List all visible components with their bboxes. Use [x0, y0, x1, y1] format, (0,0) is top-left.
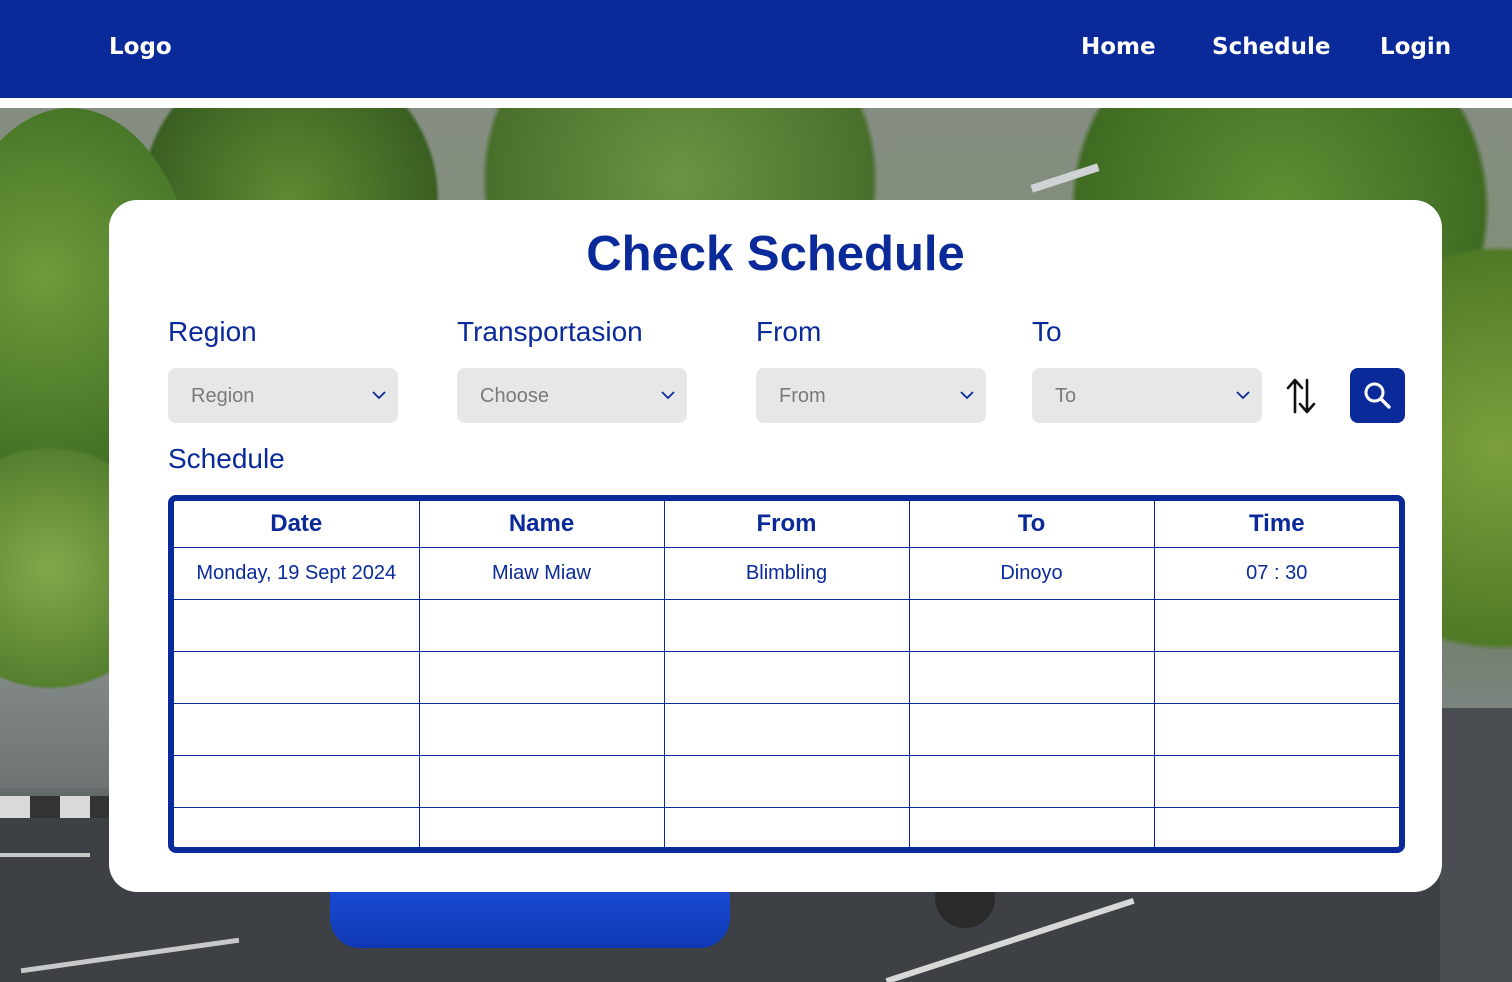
- nav-home-link[interactable]: Home: [1081, 34, 1156, 60]
- cell-to: [908, 650, 1155, 704]
- cell-time: [1153, 806, 1399, 847]
- top-navbar: Logo Home Schedule Login: [0, 0, 1512, 98]
- cell-from: [663, 806, 910, 847]
- nav-login-link[interactable]: Login: [1380, 34, 1451, 60]
- cell-time: [1153, 754, 1399, 808]
- search-button[interactable]: [1350, 368, 1405, 423]
- table-row: [174, 754, 1399, 808]
- cell-time: 07 : 30: [1153, 546, 1399, 600]
- cell-from: [663, 650, 910, 704]
- table-header-row: Date Name From To Time: [174, 501, 1399, 548]
- page-title: Check Schedule: [586, 227, 965, 281]
- table-row: Monday, 19 Sept 2024 Miaw Miaw Blimbling…: [174, 546, 1399, 600]
- cell-date: [174, 702, 420, 756]
- col-date-header: Date: [174, 501, 420, 548]
- logo[interactable]: Logo: [109, 34, 172, 60]
- table-row: [174, 702, 1399, 756]
- from-label: From: [756, 316, 822, 347]
- from-select[interactable]: From: [756, 368, 986, 423]
- cell-name: [418, 806, 665, 847]
- to-label: To: [1032, 316, 1062, 347]
- chevron-down-icon: [372, 391, 386, 400]
- cell-name: [418, 702, 665, 756]
- cell-name: Miaw Miaw: [418, 546, 665, 600]
- nav-schedule-link[interactable]: Schedule: [1212, 34, 1331, 60]
- cell-to: [908, 702, 1155, 756]
- cell-time: [1153, 702, 1399, 756]
- chevron-down-icon: [960, 391, 974, 400]
- cell-name: [418, 754, 665, 808]
- cell-to: [908, 806, 1155, 847]
- schedule-table: Date Name From To Time Monday, 19 Sept 2…: [168, 495, 1405, 853]
- swap-vertical-icon[interactable]: [1284, 376, 1318, 416]
- table-row: [174, 806, 1399, 847]
- to-select-value: To: [1055, 385, 1077, 407]
- cell-time: [1153, 650, 1399, 704]
- chevron-down-icon: [661, 391, 675, 400]
- table-row: [174, 598, 1399, 652]
- cell-date: Monday, 19 Sept 2024: [174, 546, 420, 600]
- col-name-header: Name: [418, 501, 665, 548]
- cell-date: [174, 598, 420, 652]
- cell-from: Blimbling: [663, 546, 910, 600]
- schedule-section-label: Schedule: [168, 443, 285, 474]
- cell-from: [663, 598, 910, 652]
- to-select[interactable]: To: [1032, 368, 1262, 423]
- table-row: [174, 650, 1399, 704]
- transport-label: Transportasion: [457, 316, 643, 347]
- transport-select[interactable]: Choose: [457, 368, 687, 423]
- cell-name: [418, 650, 665, 704]
- cell-to: [908, 598, 1155, 652]
- chevron-down-icon: [1236, 391, 1250, 400]
- cell-from: [663, 754, 910, 808]
- cell-from: [663, 702, 910, 756]
- cell-name: [418, 598, 665, 652]
- cell-time: [1153, 598, 1399, 652]
- cell-date: [174, 650, 420, 704]
- col-from-header: From: [663, 501, 910, 548]
- col-to-header: To: [908, 501, 1155, 548]
- col-time-header: Time: [1153, 501, 1399, 548]
- transport-select-value: Choose: [480, 385, 549, 407]
- cell-date: [174, 754, 420, 808]
- cell-to: Dinoyo: [908, 546, 1155, 600]
- cell-date: [174, 806, 420, 847]
- region-select[interactable]: Region: [168, 368, 398, 423]
- region-label: Region: [168, 316, 257, 347]
- region-select-value: Region: [191, 385, 255, 407]
- cell-to: [908, 754, 1155, 808]
- schedule-card: Check Schedule Region Transportasion Fro…: [109, 200, 1442, 892]
- search-icon: [1364, 382, 1391, 409]
- from-select-value: From: [779, 385, 826, 407]
